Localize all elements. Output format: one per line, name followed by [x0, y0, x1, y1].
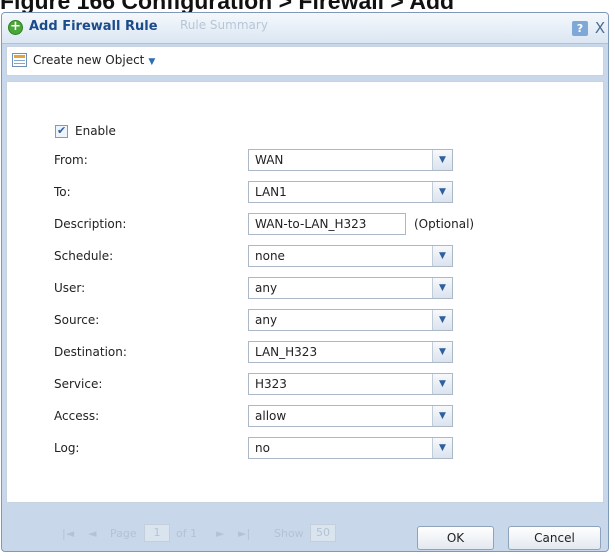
chevron-down-icon[interactable]: ▼ [432, 374, 452, 394]
dialog-titlebar[interactable]: Rule Summary + Add Firewall Rule ? X [2, 13, 608, 44]
help-button[interactable]: ? [572, 21, 588, 36]
to-value: LAN1 [255, 185, 287, 199]
first-page-icon: |◄ [62, 527, 75, 540]
chevron-down-icon[interactable]: ▼ [432, 342, 452, 362]
add-icon: + [8, 20, 23, 35]
user-label: User: [54, 281, 86, 295]
source-label: Source: [54, 313, 100, 327]
access-value: allow [255, 409, 287, 423]
service-select[interactable]: H323 ▼ [248, 373, 453, 395]
toolbar: Create new Object ▼ [6, 46, 604, 76]
destination-select[interactable]: LAN_H323 ▼ [248, 341, 453, 363]
chevron-down-icon[interactable]: ▼ [432, 406, 452, 426]
description-label: Description: [54, 217, 127, 231]
create-new-object-button[interactable]: Create new Object ▼ [33, 53, 155, 67]
access-select[interactable]: allow ▼ [248, 405, 453, 427]
last-page-icon: ►| [238, 527, 251, 540]
page-number-input: 1 [144, 524, 170, 542]
chevron-down-icon[interactable]: ▼ [432, 438, 452, 458]
background-window-title: Rule Summary [180, 18, 268, 32]
chevron-down-icon[interactable]: ▼ [432, 278, 452, 298]
schedule-select[interactable]: none ▼ [248, 245, 453, 267]
destination-label: Destination: [54, 345, 127, 359]
from-select[interactable]: WAN ▼ [248, 149, 453, 171]
destination-value: LAN_H323 [255, 345, 318, 359]
create-new-object-label: Create new Object [33, 53, 145, 67]
rule-form: Enable From: WAN ▼ To: LAN1 ▼ Descriptio… [6, 81, 604, 503]
enable-checkbox[interactable] [55, 124, 68, 138]
log-select[interactable]: no ▼ [248, 437, 453, 459]
previous-page-icon: ◄ [88, 527, 97, 540]
chevron-down-icon[interactable]: ▼ [432, 246, 452, 266]
to-label: To: [54, 185, 71, 199]
to-select[interactable]: LAN1 ▼ [248, 181, 453, 203]
cancel-button[interactable]: Cancel [508, 526, 601, 550]
source-value: any [255, 313, 278, 327]
user-value: any [255, 281, 278, 295]
background-pager: |◄ ◄ Page 1 of 1 ► ►| Show 50 [62, 513, 402, 551]
close-button[interactable]: X [593, 19, 607, 37]
source-select[interactable]: any ▼ [248, 309, 453, 331]
show-label: Show [274, 527, 304, 540]
log-label: Log: [54, 441, 80, 455]
user-select[interactable]: any ▼ [248, 277, 453, 299]
add-firewall-rule-dialog: Rule Summary + Add Firewall Rule ? X Cre… [1, 12, 609, 552]
ok-button[interactable]: OK [417, 526, 494, 550]
service-value: H323 [255, 377, 287, 391]
enable-label: Enable [75, 124, 116, 138]
log-value: no [255, 441, 270, 455]
schedule-value: none [255, 249, 285, 263]
next-page-icon: ► [216, 527, 225, 540]
chevron-down-icon[interactable]: ▼ [432, 150, 452, 170]
service-label: Service: [54, 377, 103, 391]
object-icon [12, 53, 27, 67]
access-label: Access: [54, 409, 100, 423]
from-value: WAN [255, 153, 284, 167]
dialog-title: Add Firewall Rule [29, 19, 158, 34]
page-count: of 1 [176, 527, 198, 540]
description-value: WAN-to-LAN_H323 [255, 217, 367, 231]
chevron-down-icon[interactable]: ▼ [432, 182, 452, 202]
chevron-down-icon[interactable]: ▼ [432, 310, 452, 330]
show-count: 50 [310, 524, 336, 542]
optional-hint: (Optional) [414, 217, 475, 231]
schedule-label: Schedule: [54, 249, 114, 263]
dropdown-arrow-icon: ▼ [148, 57, 156, 67]
description-input[interactable]: WAN-to-LAN_H323 [248, 213, 406, 235]
from-label: From: [54, 153, 88, 167]
page-label: Page [110, 527, 137, 540]
